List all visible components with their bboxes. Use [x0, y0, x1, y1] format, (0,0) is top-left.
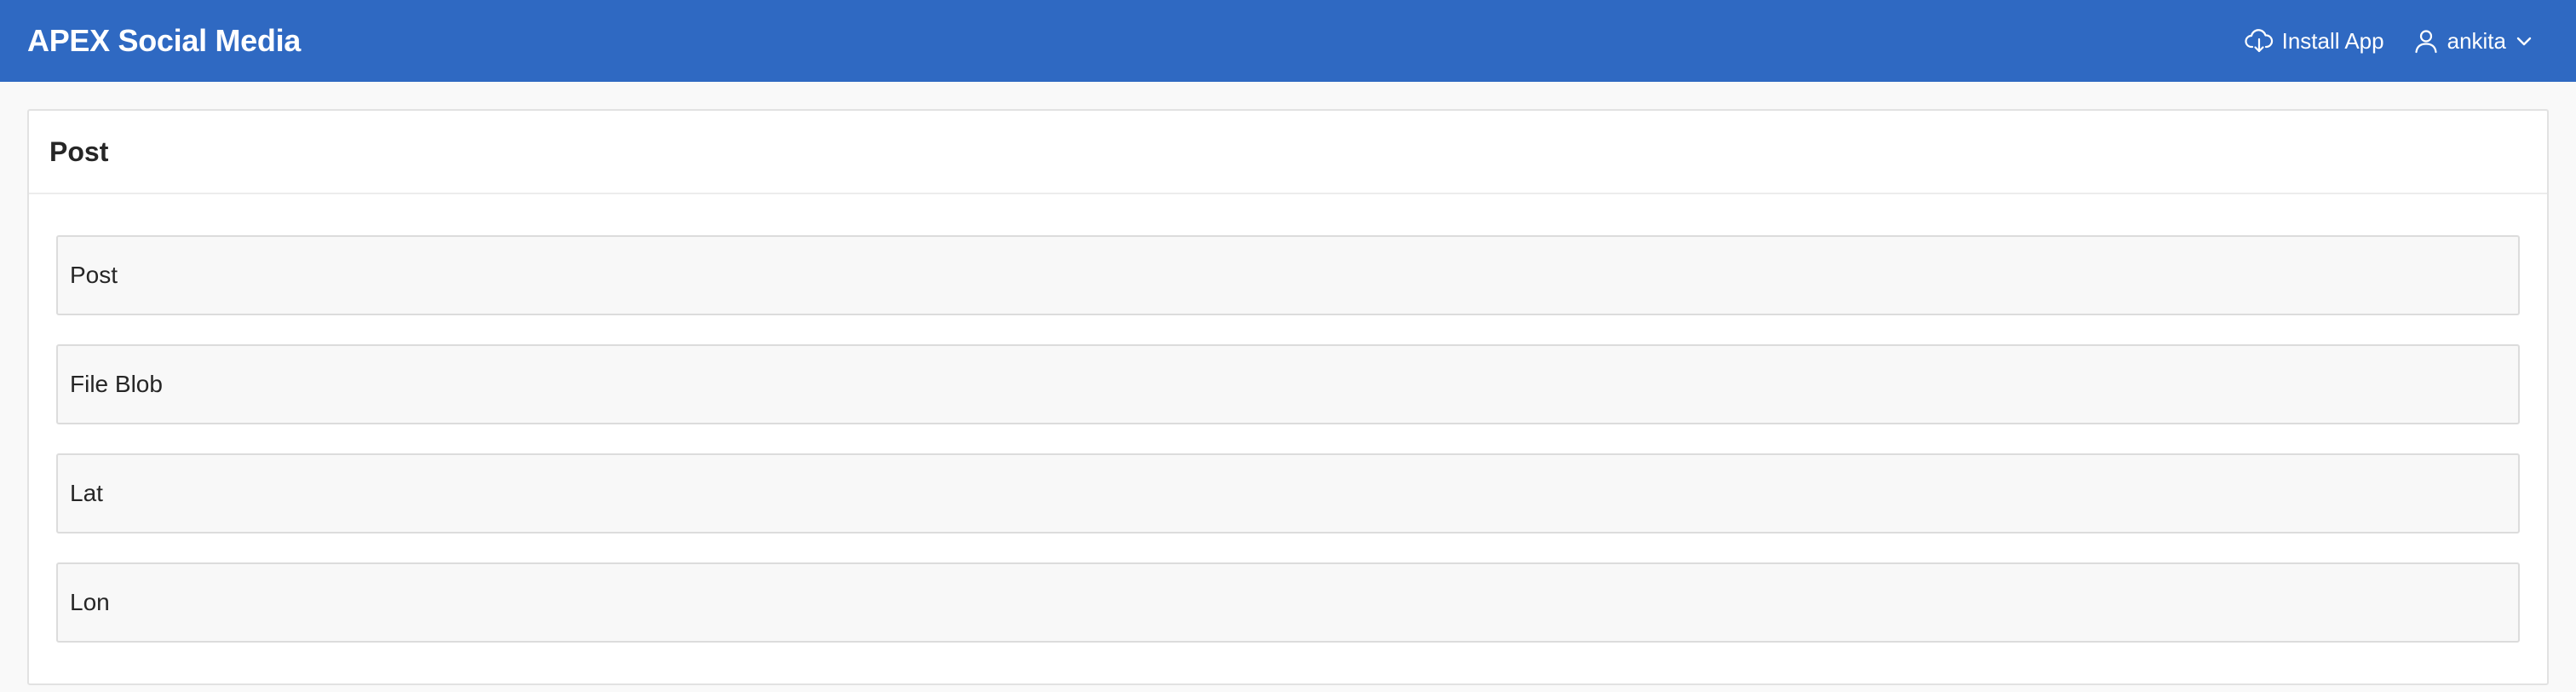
user-menu-button[interactable]: ankita [2413, 28, 2533, 55]
header-actions: Install App ankita [2245, 28, 2533, 55]
lat-field-label: Lat [70, 480, 103, 506]
form-fields: Post File Blob Lat Lon [29, 194, 2547, 643]
region-header: Post [29, 111, 2547, 194]
region-title: Post [49, 136, 109, 167]
install-app-button[interactable]: Install App [2245, 28, 2384, 55]
file-blob-field-label: File Blob [70, 371, 163, 397]
app-title[interactable]: APEX Social Media [27, 23, 301, 59]
chevron-down-icon [2515, 32, 2533, 50]
lat-field[interactable]: Lat [56, 453, 2520, 533]
user-icon [2413, 28, 2439, 54]
post-form-region: Post Post File Blob Lat Lon [27, 109, 2549, 685]
cloud-download-icon [2245, 28, 2274, 54]
lon-field-label: Lon [70, 589, 110, 615]
top-navigation-bar: APEX Social Media Install App ankita [0, 0, 2576, 82]
post-field[interactable]: Post [56, 235, 2520, 315]
user-name: ankita [2447, 27, 2506, 54]
file-blob-field[interactable]: File Blob [56, 344, 2520, 424]
install-app-label: Install App [2281, 27, 2384, 54]
lon-field[interactable]: Lon [56, 562, 2520, 643]
post-field-label: Post [70, 262, 118, 288]
